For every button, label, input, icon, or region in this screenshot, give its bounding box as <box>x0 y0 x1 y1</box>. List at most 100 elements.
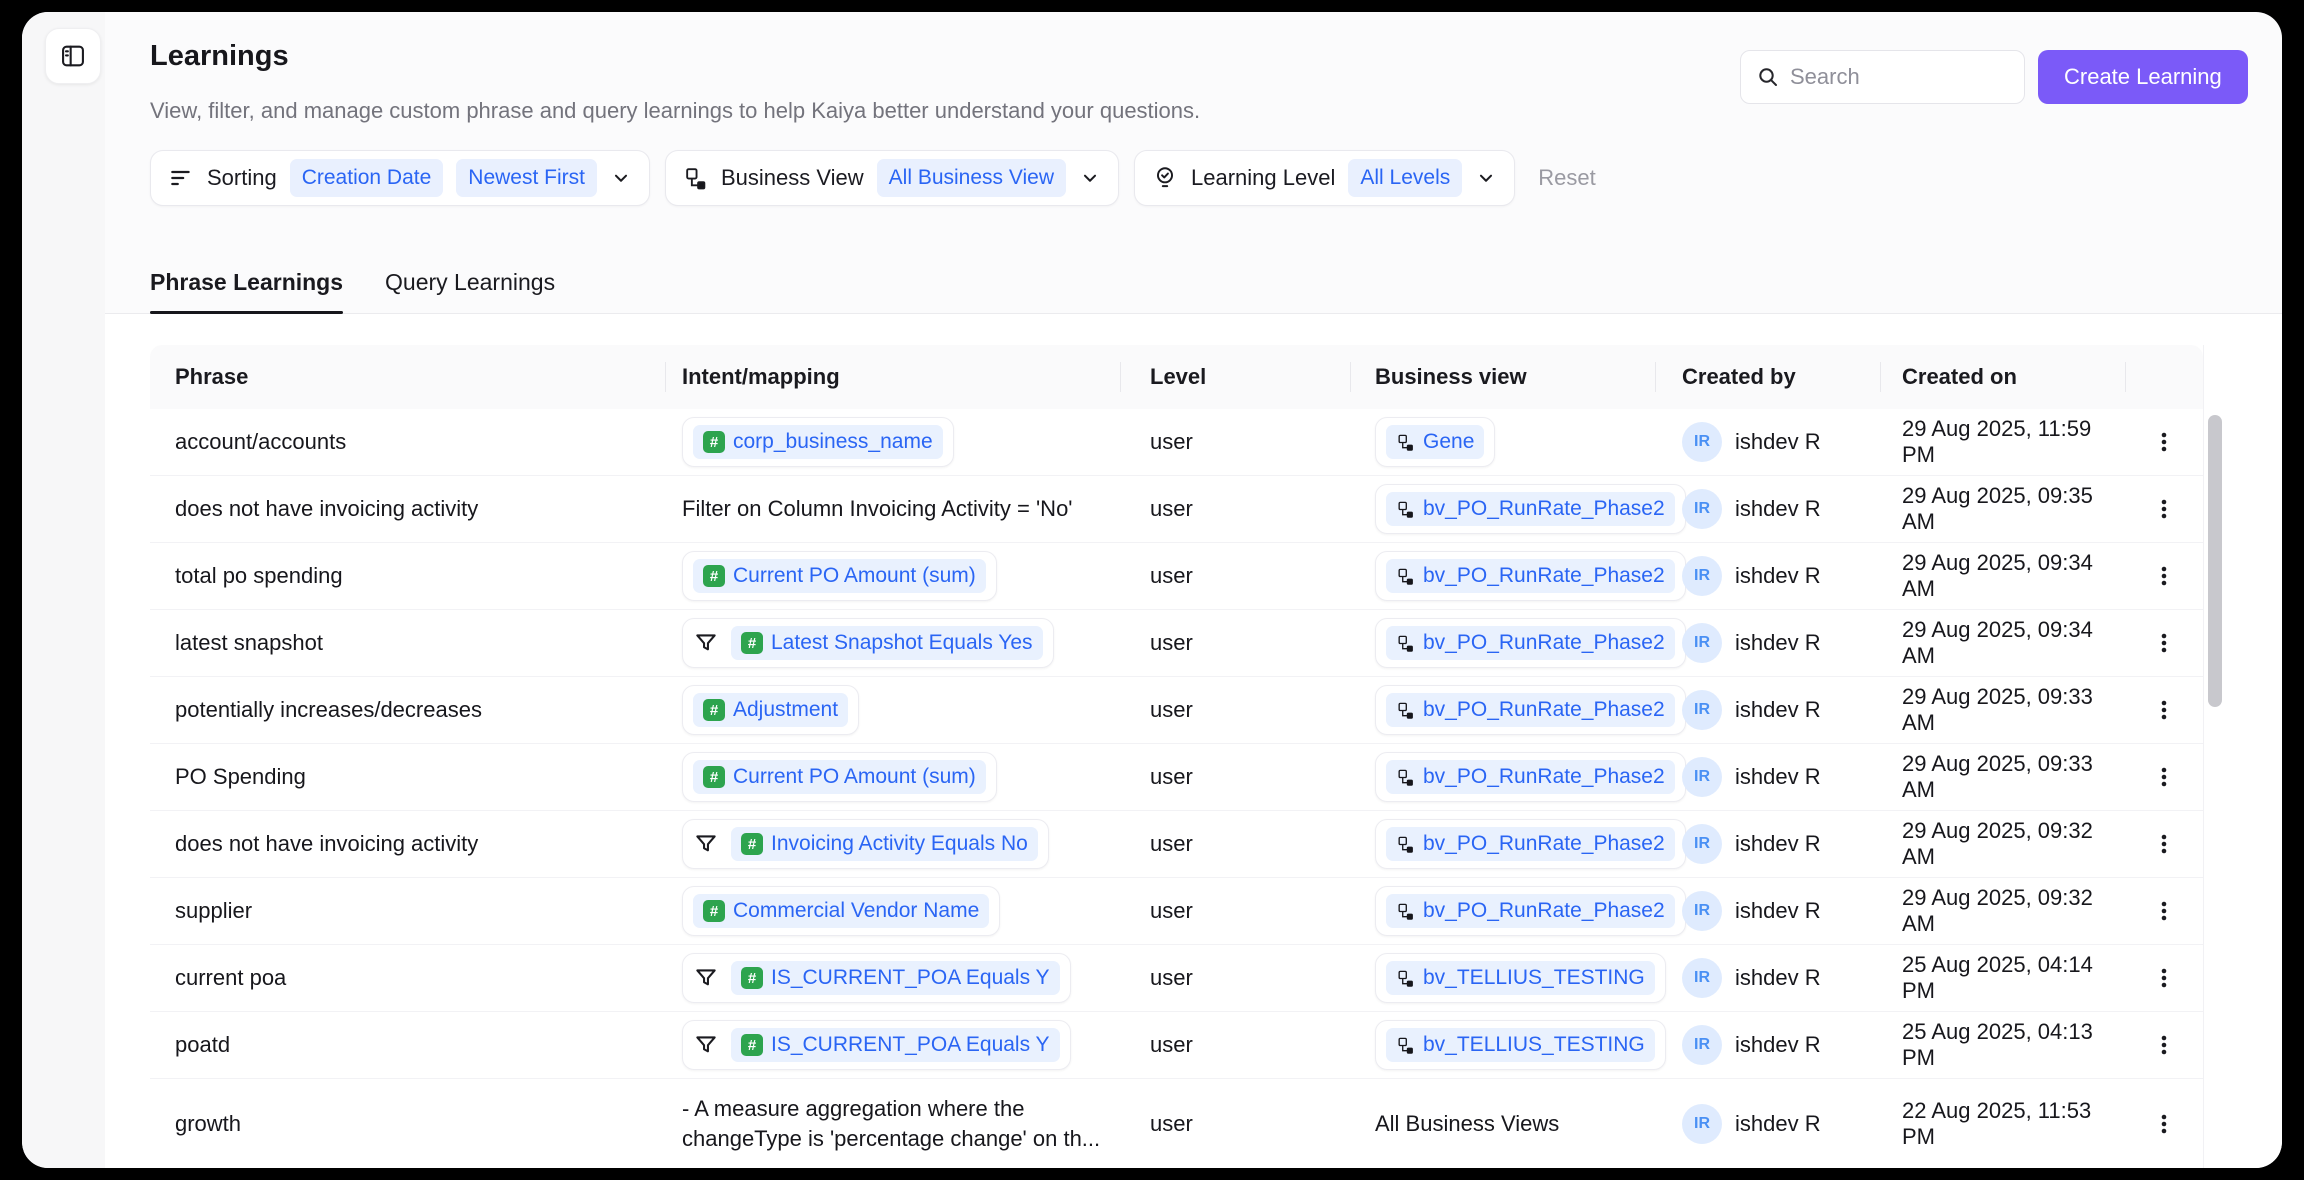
level-text: user <box>1150 965 1193 990</box>
sidebar-toggle-button[interactable] <box>45 28 101 84</box>
row-menu-button[interactable] <box>2142 420 2186 464</box>
created-on-text: 29 Aug 2025, 09:34 AM <box>1902 550 2093 601</box>
filter-icon <box>693 831 719 857</box>
hierarchy-icon <box>1396 969 1415 988</box>
business-view-label: bv_PO_RunRate_Phase2 <box>1423 765 1665 788</box>
learning-level-filter[interactable]: Learning Level All Levels <box>1134 150 1516 206</box>
intent-cell: Filter on Column Invoicing Activity = 'N… <box>665 476 1120 542</box>
created-by-name: ishdev R <box>1735 898 1821 923</box>
panel-left-icon <box>59 42 87 70</box>
row-menu-button[interactable] <box>2142 554 2186 598</box>
business-view-chip: bv_PO_RunRate_Phase2 <box>1375 685 1686 735</box>
measure-icon: # <box>741 967 763 989</box>
tab-phrase-learnings[interactable]: Phrase Learnings <box>150 252 344 314</box>
search-box[interactable] <box>1740 50 2025 104</box>
row-menu-button[interactable] <box>2142 688 2186 732</box>
measure-label: corp_business_name <box>733 430 933 453</box>
phrase-text: does not have invoicing activity <box>175 496 479 521</box>
avatar: IR <box>1682 1103 1722 1144</box>
row-menu-button[interactable] <box>2142 621 2186 665</box>
created-by-name: ishdev R <box>1735 697 1821 722</box>
row-menu-button[interactable] <box>2142 889 2186 933</box>
phrase-text: supplier <box>175 898 253 923</box>
table-row: potentially increases/decreases # Adjustm… <box>150 677 2203 744</box>
business-view-cell: bv_PO_RunRate_Phase2 <box>1350 677 1686 743</box>
hierarchy-icon <box>1396 567 1415 586</box>
level-text: user <box>1150 898 1193 923</box>
created-on-text: 29 Aug 2025, 09:34 AM <box>1902 617 2093 668</box>
business-view-cell: bv_TELLIUS_TESTING <box>1350 1012 1666 1078</box>
avatar: IR <box>1682 690 1722 730</box>
business-view-value: All Business View <box>876 159 1067 197</box>
sorting-icon <box>168 165 194 191</box>
table-scrollbar-thumb[interactable] <box>2208 415 2222 707</box>
filter-icon <box>693 965 719 991</box>
phrase-text: latest snapshot <box>175 630 323 655</box>
business-view-cell: bv_PO_RunRate_Phase2 <box>1350 744 1686 810</box>
measure-label: Current PO Amount (sum) <box>733 564 976 587</box>
level-text: user <box>1150 764 1193 789</box>
created-by-name: ishdev R <box>1735 1032 1821 1057</box>
intent-chip: # IS_CURRENT_POA Equals Y <box>682 1020 1071 1070</box>
business-view-label: bv_TELLIUS_TESTING <box>1423 1033 1645 1056</box>
create-learning-button[interactable]: Create Learning <box>2038 50 2248 104</box>
measure-label: Adjustment <box>733 698 839 721</box>
intent-text: Filter on Column Invoicing Activity = 'N… <box>682 496 1073 521</box>
measure-label: Current PO Amount (sum) <box>733 765 976 788</box>
business-view-label: bv_PO_RunRate_Phase2 <box>1423 698 1665 721</box>
tab-query-learnings[interactable]: Query Learnings <box>385 252 555 313</box>
measure-icon: # <box>741 632 763 654</box>
hierarchy-icon <box>1396 902 1415 921</box>
measure-pill: # Latest Snapshot Equals Yes <box>731 626 1043 660</box>
row-menu-button[interactable] <box>2142 755 2186 799</box>
phrase-text: account/accounts <box>175 429 347 454</box>
measure-icon: # <box>703 431 725 453</box>
hierarchy-icon <box>1396 634 1415 653</box>
measure-pill: # Commercial Vendor Name <box>693 894 990 928</box>
business-view-pill: bv_PO_RunRate_Phase2 <box>1386 492 1675 526</box>
filter-icon <box>693 630 719 656</box>
sorting-filter[interactable]: Sorting Creation Date Newest First <box>150 150 650 206</box>
created-on-text: 29 Aug 2025, 09:32 AM <box>1902 885 2093 936</box>
table-row: does not have invoicing activity # Invoic… <box>150 811 2203 878</box>
business-view-cell: Gene <box>1350 409 1655 475</box>
table-row: current poa # IS_CURRENT_POA Equals Y use… <box>150 945 2203 1012</box>
business-view-chip: bv_PO_RunRate_Phase2 <box>1375 618 1686 668</box>
business-view-label: bv_PO_RunRate_Phase2 <box>1423 899 1665 922</box>
business-view-pill: bv_PO_RunRate_Phase2 <box>1386 626 1675 660</box>
column-header-intent: Intent/mapping <box>665 345 1120 409</box>
row-menu-button[interactable] <box>2142 1102 2186 1146</box>
learning-level-value: All Levels <box>1348 159 1463 197</box>
intent-cell: - A measure aggregation where the change… <box>665 1094 1120 1154</box>
created-by-name: ishdev R <box>1735 496 1821 521</box>
table-row: latest snapshot # Latest Snapshot Equals … <box>150 610 2203 677</box>
row-menu-button[interactable] <box>2142 956 2186 1000</box>
measure-label: IS_CURRENT_POA Equals Y <box>771 1033 1050 1056</box>
hierarchy-icon <box>1396 500 1415 519</box>
business-view-label: bv_PO_RunRate_Phase2 <box>1423 832 1665 855</box>
avatar: IR <box>1682 422 1722 462</box>
row-menu-button[interactable] <box>2142 822 2186 866</box>
measure-icon: # <box>703 565 725 587</box>
business-view-filter[interactable]: Business View All Business View <box>664 150 1120 206</box>
intent-chip: # Commercial Vendor Name <box>682 886 1001 936</box>
measure-icon: # <box>741 1034 763 1056</box>
business-view-chip: bv_PO_RunRate_Phase2 <box>1375 819 1686 869</box>
reset-filters-button[interactable]: Reset <box>1538 165 1595 191</box>
measure-label: IS_CURRENT_POA Equals Y <box>771 966 1050 989</box>
hierarchy-icon <box>1396 835 1415 854</box>
row-menu-button[interactable] <box>2142 1023 2186 1067</box>
created-on-text: 25 Aug 2025, 04:13 PM <box>1902 1019 2093 1070</box>
sorting-label: Sorting <box>207 165 277 190</box>
avatar: IR <box>1682 556 1722 596</box>
column-header-level: Level <box>1120 345 1350 409</box>
business-view-pill: bv_PO_RunRate_Phase2 <box>1386 827 1675 861</box>
search-input[interactable] <box>1790 64 2000 90</box>
intent-cell: # IS_CURRENT_POA Equals Y <box>665 1012 1120 1078</box>
intent-chip: # Latest Snapshot Equals Yes <box>682 618 1054 668</box>
row-menu-button[interactable] <box>2142 487 2186 531</box>
intent-chip: # Adjustment <box>682 685 860 735</box>
intent-cell: # corp_business_name <box>665 409 1120 475</box>
column-header-created-by: Created by <box>1655 345 1880 409</box>
business-view-icon <box>683 166 708 191</box>
